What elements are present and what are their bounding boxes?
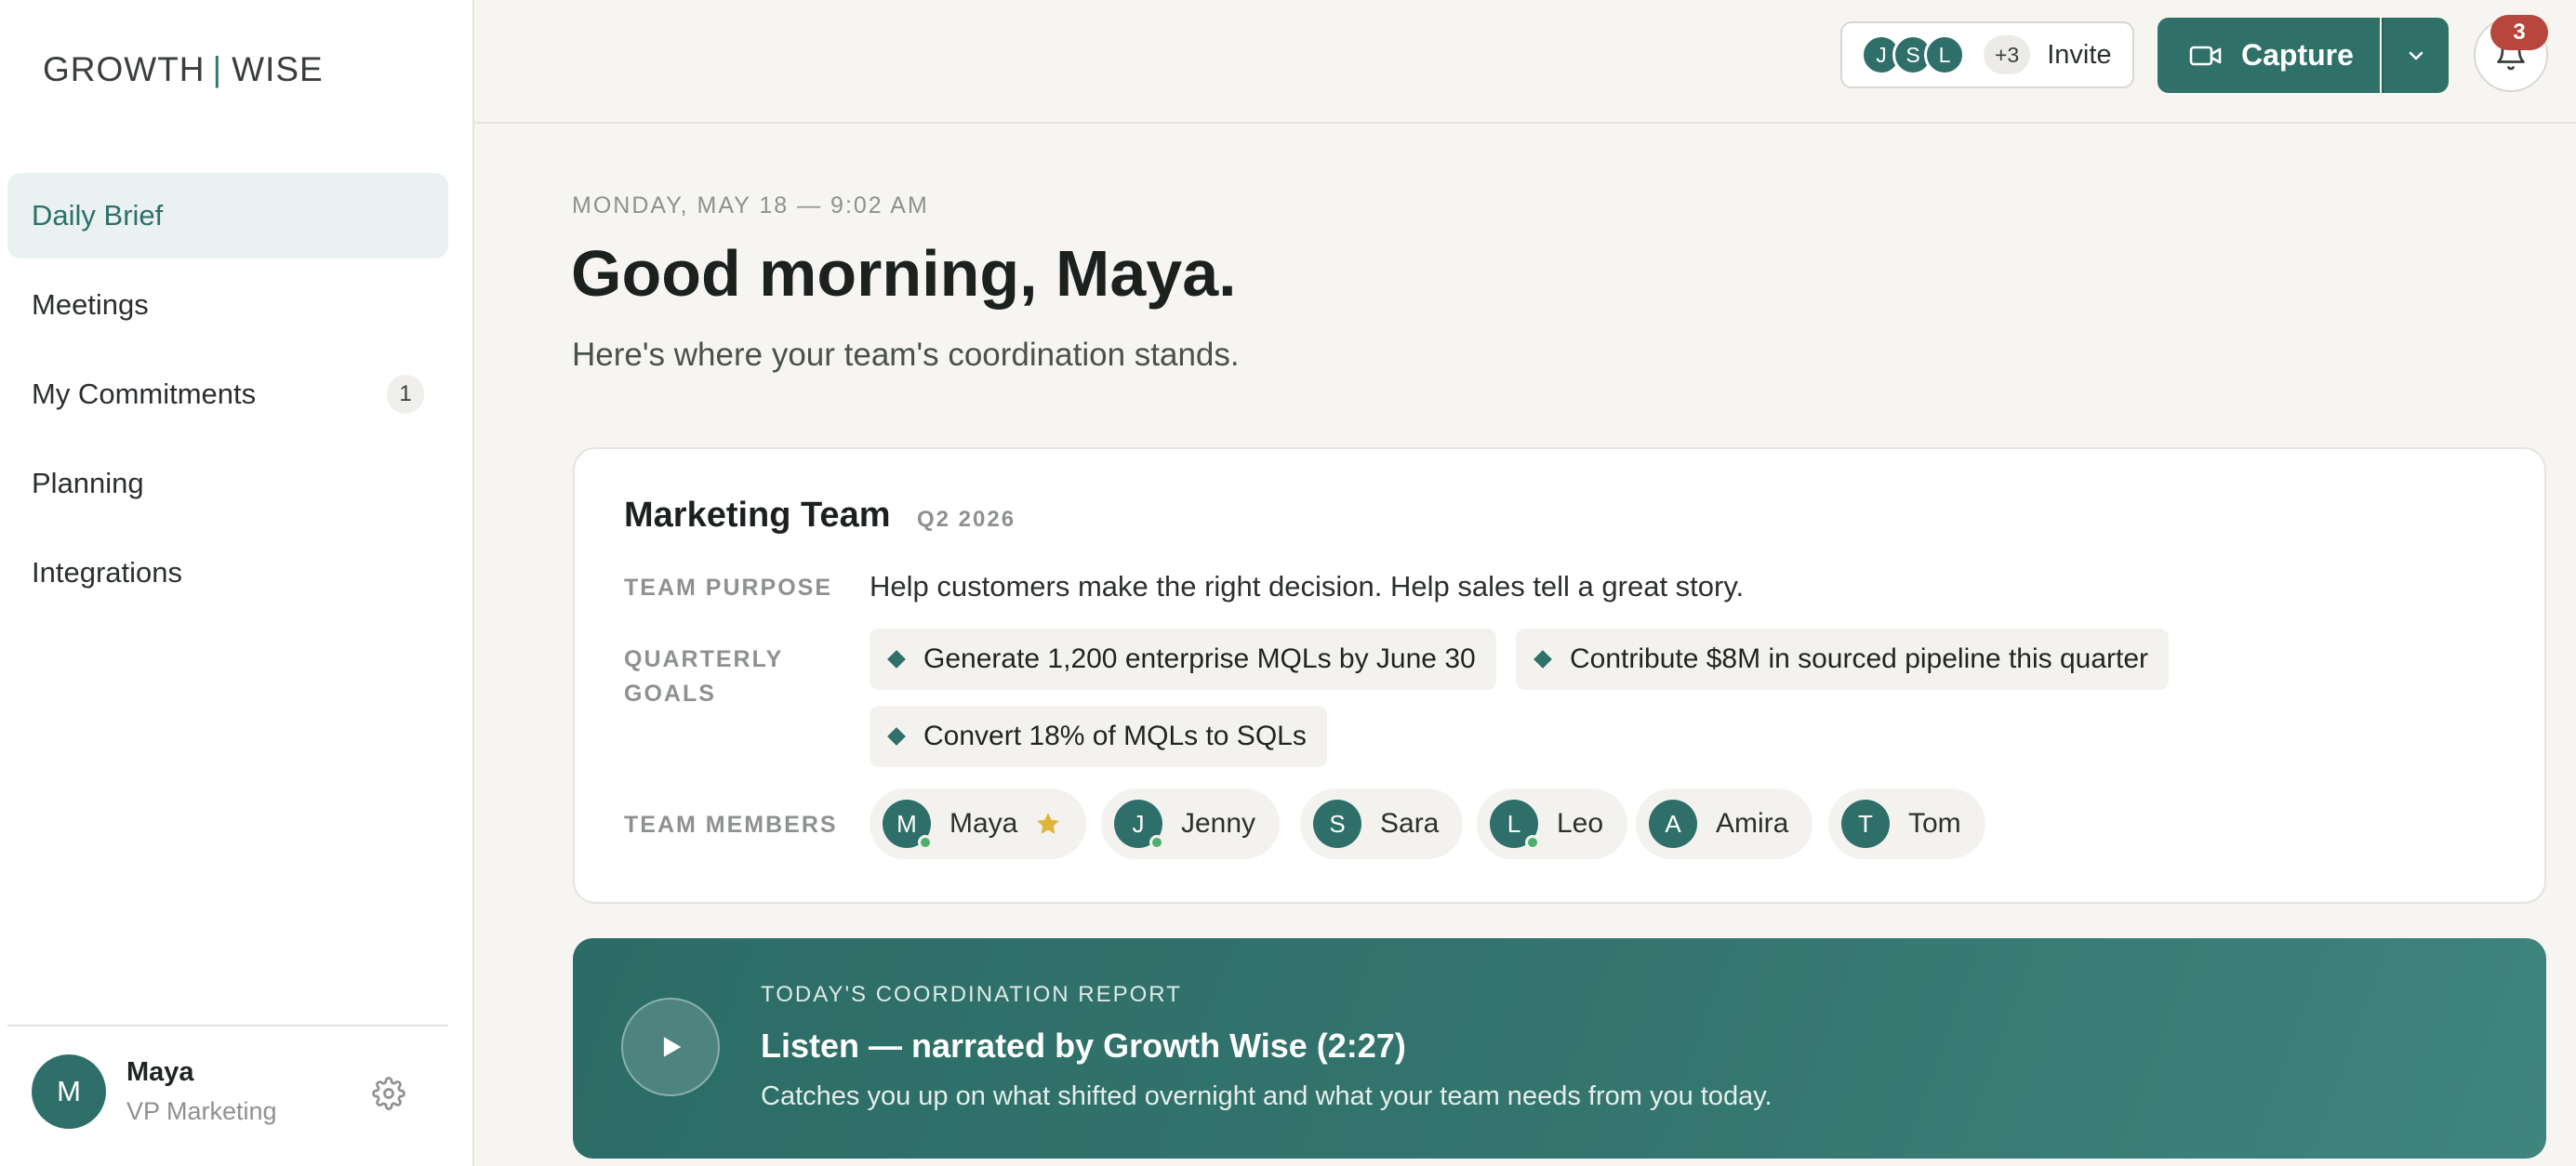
chevron-down-icon [2409, 51, 2423, 60]
sidebar: GROWTH | WISE Daily Brief Meetings My Comm… [0, 0, 474, 1166]
member-chip-sara[interactable]: S Sara [1300, 788, 1464, 859]
logo-separator: | [212, 50, 223, 88]
member-avatar: T [1841, 800, 1890, 848]
member-initial: S [1329, 809, 1346, 838]
quarterly-goals-label-line: QUARTERLY [624, 646, 784, 672]
notification-count-badge: 3 [2490, 15, 2548, 50]
page-subtitle: Here's where your team's coordination st… [572, 337, 1240, 373]
member-avatar: A [1649, 800, 1697, 848]
goal-chip[interactable]: Convert 18% of MQLs to SQLs [870, 706, 1327, 767]
more-collaborators-count: +3 [1984, 35, 2031, 74]
video-camera-icon [2189, 46, 2222, 65]
goal-chip[interactable]: Contribute $8M in sourced pipeline this … [1516, 629, 2170, 690]
user-avatar[interactable]: M [32, 1054, 106, 1129]
diamond-icon [1534, 650, 1552, 669]
sidebar-item-label: Integrations [32, 556, 182, 589]
team-quarter: Q2 2026 [917, 507, 1016, 532]
coordination-report-card[interactable]: TODAY'S COORDINATION REPORT Listen — nar… [573, 938, 2546, 1159]
member-chip-leo[interactable]: L Leo [1477, 788, 1628, 859]
goal-chip[interactable]: Generate 1,200 enterprise MQLs by June 3… [870, 629, 1496, 690]
report-title: Listen — narrated by Growth Wise (2:27) [761, 1027, 1406, 1065]
sidebar-item-label: Meetings [32, 288, 149, 321]
sidebar-item-integrations[interactable]: Integrations [7, 530, 448, 616]
logo-text-wise: WISE [232, 50, 324, 88]
sidebar-item-label: My Commitments [32, 378, 257, 410]
member-initial: M [896, 809, 917, 838]
team-members-label: TEAM MEMBERS [624, 812, 838, 838]
play-report-button[interactable] [621, 998, 720, 1096]
member-avatar: J [1114, 800, 1164, 850]
top-bar: J S L +3 Invite Capture 3 [474, 0, 2576, 124]
goal-text: Contribute $8M in sourced pipeline this … [1570, 643, 2149, 674]
online-status-dot [1149, 835, 1164, 850]
sidebar-item-planning[interactable]: Planning [7, 441, 448, 526]
user-role: VP Marketing [126, 1097, 277, 1125]
member-initial: A [1665, 809, 1681, 838]
report-kicker: TODAY'S COORDINATION REPORT [761, 982, 1182, 1007]
user-name: Maya [126, 1057, 194, 1087]
member-name: Maya [949, 808, 1018, 839]
member-chip-tom[interactable]: T Tom [1828, 788, 1985, 859]
online-status-dot [918, 835, 933, 850]
capture-options-dropdown[interactable] [2382, 18, 2449, 93]
app-logo[interactable]: GROWTH | WISE [43, 50, 324, 89]
member-initial: J [1132, 809, 1145, 838]
goal-text: Convert 18% of MQLs to SQLs [923, 721, 1307, 751]
member-initial: T [1858, 809, 1873, 838]
online-status-dot [1525, 835, 1540, 850]
sidebar-divider [7, 1025, 448, 1027]
sidebar-item-daily-brief[interactable]: Daily Brief [7, 173, 448, 258]
member-name: Amira [1716, 808, 1789, 839]
member-name: Leo [1557, 808, 1604, 839]
quarterly-goals-label: QUARTERLY GOALS [624, 643, 783, 711]
collaborator-avatar: L [1924, 34, 1965, 75]
sidebar-item-my-commitments[interactable]: My Commitments 1 [7, 351, 448, 437]
quarterly-goals-label-line: GOALS [624, 681, 716, 707]
page-title: Good morning, Maya. [571, 237, 1237, 310]
team-purpose-text: Help customers make the right decision. … [870, 570, 1745, 603]
team-purpose-label: TEAM PURPOSE [624, 575, 833, 601]
sidebar-nav: Daily Brief Meetings My Commitments 1 Pl… [7, 173, 448, 619]
date-time-line: MONDAY, MAY 18 — 9:02 AM [572, 192, 929, 219]
logo-text-growth: GROWTH [43, 50, 206, 88]
goal-text: Generate 1,200 enterprise MQLs by June 3… [923, 643, 1476, 674]
play-icon [663, 1037, 682, 1057]
report-description: Catches you up on what shifted overnight… [761, 1081, 1773, 1111]
sidebar-item-label: Planning [32, 467, 144, 499]
capture-button[interactable]: Capture [2158, 18, 2380, 93]
gear-icon [372, 1077, 405, 1110]
member-initial: L [1507, 809, 1521, 838]
diamond-icon [887, 650, 906, 669]
star-icon [1034, 810, 1062, 838]
settings-button[interactable] [368, 1073, 409, 1114]
commitments-count-badge: 1 [387, 375, 424, 414]
member-name: Tom [1908, 808, 1961, 839]
capture-label: Capture [2241, 38, 2354, 72]
team-name: Marketing Team [624, 496, 891, 535]
diamond-icon [887, 727, 906, 746]
member-avatar: M [883, 800, 933, 850]
member-avatar: S [1313, 800, 1361, 848]
invite-label: Invite [2047, 39, 2112, 70]
member-chip-amira[interactable]: A Amira [1636, 788, 1813, 859]
member-name: Jenny [1181, 808, 1256, 839]
member-name: Sara [1380, 808, 1440, 839]
sidebar-item-label: Daily Brief [32, 199, 164, 232]
member-chip-maya[interactable]: M Maya [870, 788, 1087, 859]
sidebar-item-meetings[interactable]: Meetings [7, 262, 448, 348]
team-card: Marketing Team Q2 2026 TEAM PURPOSE Help… [573, 447, 2546, 904]
member-chip-jenny[interactable]: J Jenny [1101, 788, 1281, 859]
invite-button[interactable]: J S L +3 Invite [1840, 21, 2134, 88]
member-avatar: L [1490, 800, 1540, 850]
